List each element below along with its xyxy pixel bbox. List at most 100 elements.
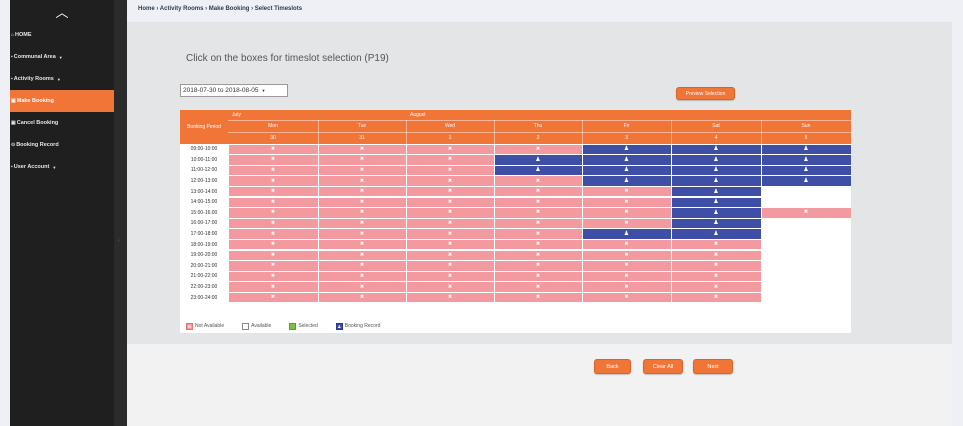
- sidebar-item-communal-area[interactable]: ▪ Communal Area ▼: [10, 46, 114, 68]
- slot-not-available[interactable]: [228, 208, 318, 218]
- date-range-select[interactable]: 2018-07-30 to 2018-08-05 ▼: [180, 84, 288, 97]
- sidebar-item-booking-record[interactable]: ⊙ Booking Record: [10, 134, 114, 156]
- slot-not-available[interactable]: [761, 208, 851, 218]
- slot-not-available[interactable]: [671, 271, 761, 282]
- slot-not-available[interactable]: [318, 218, 406, 229]
- slot-booked[interactable]: [761, 144, 851, 155]
- slot-not-available[interactable]: [318, 197, 406, 208]
- slot-not-available[interactable]: [671, 250, 761, 261]
- slot-not-available[interactable]: [671, 239, 761, 250]
- slot-not-available[interactable]: [228, 282, 318, 292]
- slot-not-available[interactable]: [406, 144, 494, 155]
- slot-not-available[interactable]: [228, 229, 318, 239]
- slot-not-available[interactable]: [318, 261, 406, 271]
- slot-available[interactable]: [761, 186, 851, 197]
- slot-not-available[interactable]: [406, 261, 494, 271]
- slot-not-available[interactable]: [228, 250, 318, 261]
- slot-not-available[interactable]: [494, 208, 582, 218]
- slot-not-available[interactable]: [494, 218, 582, 229]
- slot-not-available[interactable]: [228, 292, 318, 303]
- slot-not-available[interactable]: [228, 239, 318, 250]
- slot-not-available[interactable]: [494, 239, 582, 250]
- sidebar-item-activity-rooms[interactable]: ▪ Activity Rooms ▼: [10, 68, 114, 90]
- slot-not-available[interactable]: [494, 176, 582, 186]
- slot-not-available[interactable]: [582, 282, 671, 292]
- slot-not-available[interactable]: [406, 282, 494, 292]
- slot-booked[interactable]: [671, 186, 761, 197]
- slot-not-available[interactable]: [494, 250, 582, 261]
- collapse-toggle[interactable]: ︿: [10, 0, 114, 22]
- slot-not-available[interactable]: [406, 155, 494, 165]
- slot-not-available[interactable]: [318, 271, 406, 282]
- slot-not-available[interactable]: [228, 186, 318, 197]
- slot-not-available[interactable]: [228, 218, 318, 229]
- slot-booked[interactable]: [761, 176, 851, 186]
- slot-not-available[interactable]: [582, 250, 671, 261]
- slot-not-available[interactable]: [228, 176, 318, 186]
- slot-booked[interactable]: [671, 208, 761, 218]
- slot-booked[interactable]: [582, 144, 671, 155]
- slot-not-available[interactable]: [494, 197, 582, 208]
- slot-not-available[interactable]: [318, 186, 406, 197]
- slot-not-available[interactable]: [228, 165, 318, 176]
- slot-not-available[interactable]: [582, 208, 671, 218]
- chevron-up-icon[interactable]: ︿: [55, 2, 68, 21]
- slot-available[interactable]: [761, 197, 851, 208]
- slot-booked[interactable]: [582, 176, 671, 186]
- slot-not-available[interactable]: [494, 144, 582, 155]
- slot-booked[interactable]: [671, 144, 761, 155]
- slot-not-available[interactable]: [494, 282, 582, 292]
- slot-not-available[interactable]: [318, 250, 406, 261]
- slot-available[interactable]: [761, 218, 851, 229]
- slot-not-available[interactable]: [318, 208, 406, 218]
- slot-available[interactable]: [761, 292, 851, 303]
- sidebar-item-cancel-booking[interactable]: ▣ Cancel Booking: [10, 112, 114, 134]
- slot-not-available[interactable]: [494, 292, 582, 303]
- slot-booked[interactable]: [494, 155, 582, 165]
- slot-not-available[interactable]: [494, 271, 582, 282]
- slot-not-available[interactable]: [406, 197, 494, 208]
- slot-not-available[interactable]: [406, 239, 494, 250]
- back-button[interactable]: Back: [594, 359, 631, 374]
- slot-not-available[interactable]: [228, 271, 318, 282]
- slot-not-available[interactable]: [228, 261, 318, 271]
- slot-booked[interactable]: [671, 229, 761, 239]
- slot-not-available[interactable]: [406, 218, 494, 229]
- grip-icon[interactable]: ‹: [118, 238, 120, 244]
- slot-not-available[interactable]: [318, 176, 406, 186]
- slot-available[interactable]: [761, 250, 851, 261]
- slot-not-available[interactable]: [671, 261, 761, 271]
- slot-not-available[interactable]: [318, 292, 406, 303]
- sidebar-item-home[interactable]: ⌂ HOME: [10, 24, 114, 46]
- slot-not-available[interactable]: [582, 197, 671, 208]
- slot-available[interactable]: [761, 239, 851, 250]
- slot-available[interactable]: [761, 271, 851, 282]
- slot-not-available[interactable]: [494, 261, 582, 271]
- slot-not-available[interactable]: [318, 165, 406, 176]
- slot-not-available[interactable]: [406, 186, 494, 197]
- slot-booked[interactable]: [582, 155, 671, 165]
- slot-booked[interactable]: [761, 165, 851, 176]
- slot-not-available[interactable]: [228, 144, 318, 155]
- slot-not-available[interactable]: [318, 155, 406, 165]
- slot-booked[interactable]: [582, 165, 671, 176]
- slot-not-available[interactable]: [671, 282, 761, 292]
- slot-not-available[interactable]: [406, 176, 494, 186]
- slot-not-available[interactable]: [582, 218, 671, 229]
- next-button[interactable]: Next: [693, 359, 733, 374]
- sidebar-scroll-track[interactable]: ‹: [114, 0, 127, 426]
- sidebar-item-make-booking[interactable]: ▣ Make Booking: [10, 90, 114, 112]
- slot-not-available[interactable]: [228, 197, 318, 208]
- slot-not-available[interactable]: [494, 229, 582, 239]
- slot-not-available[interactable]: [318, 229, 406, 239]
- slot-not-available[interactable]: [582, 261, 671, 271]
- slot-not-available[interactable]: [318, 239, 406, 250]
- slot-not-available[interactable]: [228, 155, 318, 165]
- slot-not-available[interactable]: [406, 292, 494, 303]
- slot-booked[interactable]: [671, 176, 761, 186]
- slot-not-available[interactable]: [671, 292, 761, 303]
- slot-not-available[interactable]: [406, 165, 494, 176]
- slot-not-available[interactable]: [406, 229, 494, 239]
- slot-booked[interactable]: [671, 218, 761, 229]
- slot-booked[interactable]: [494, 165, 582, 176]
